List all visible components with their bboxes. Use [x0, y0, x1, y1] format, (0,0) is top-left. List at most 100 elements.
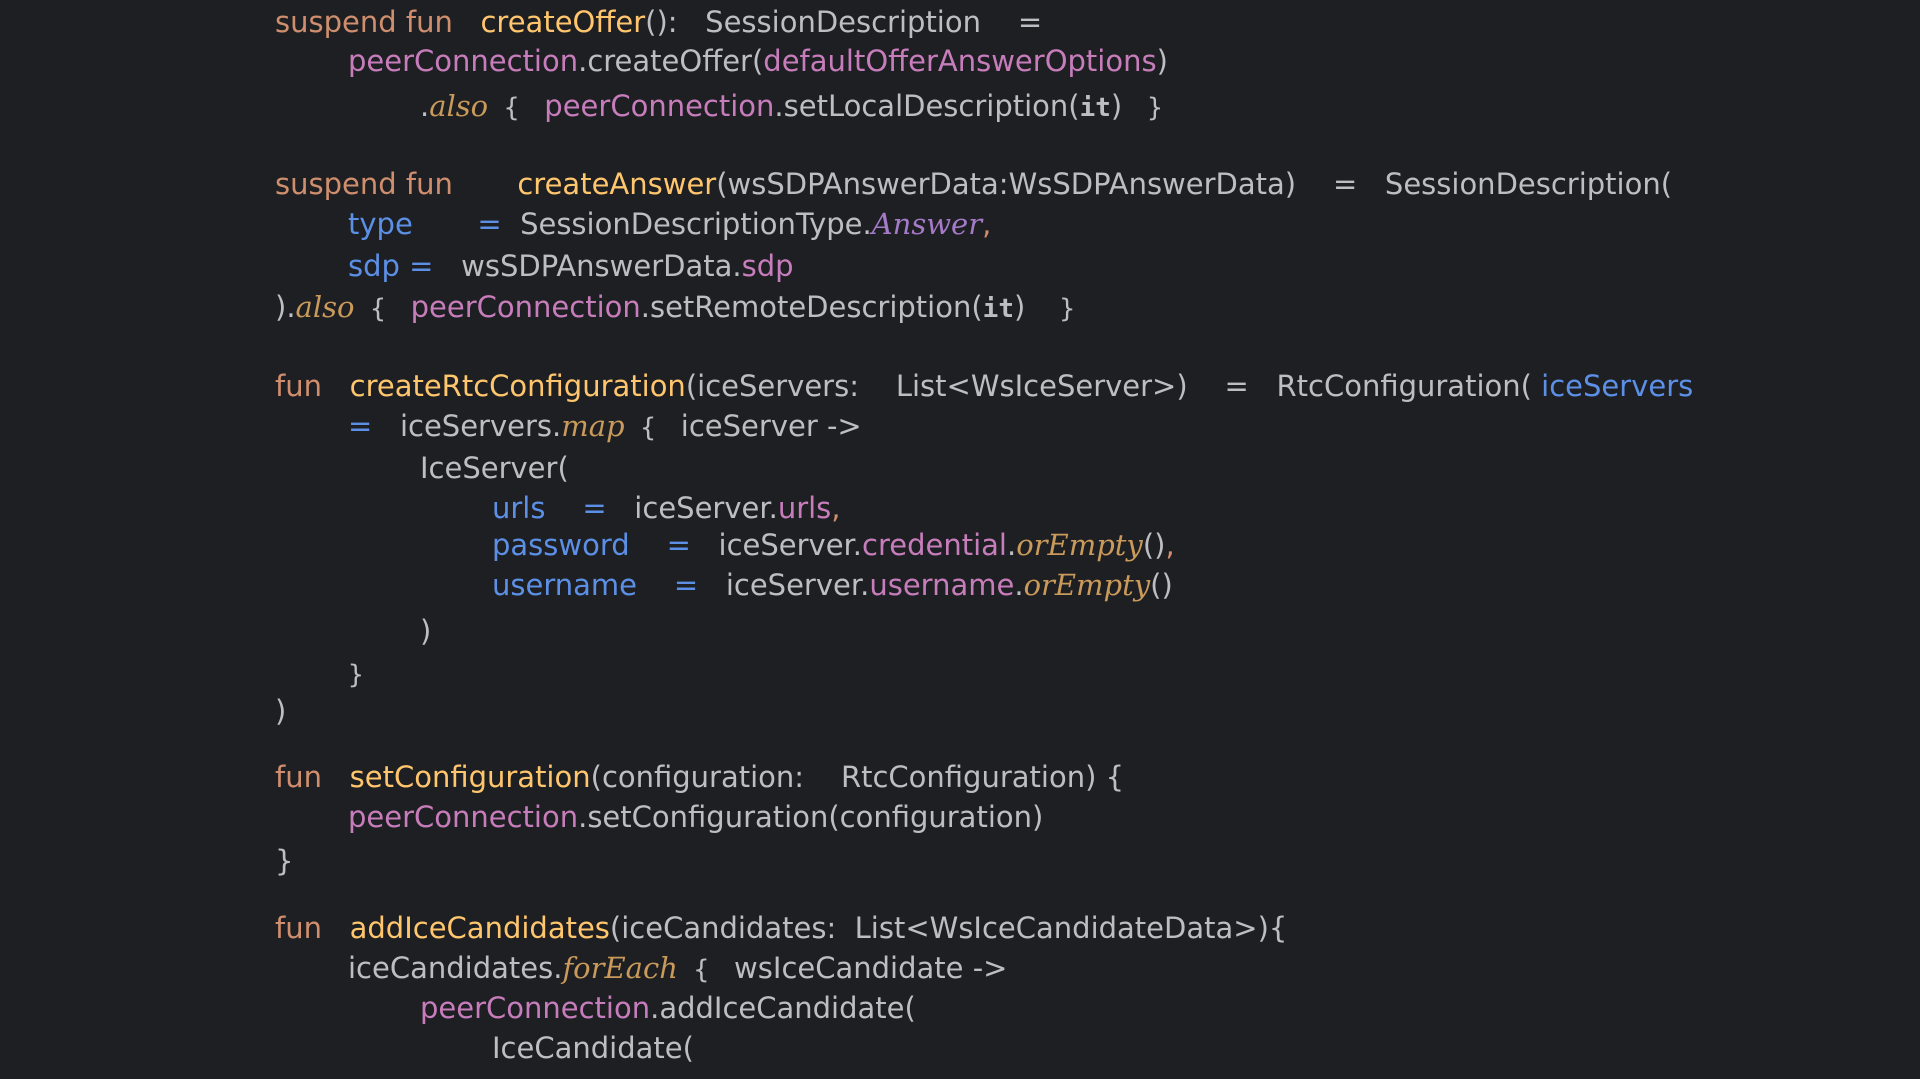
code-token: also [295, 290, 355, 324]
code-token: setConfiguration [349, 760, 591, 794]
code-token: = [399, 249, 434, 283]
code-token: peerConnection [348, 800, 579, 834]
code-token: .setConfiguration(configuration) [578, 800, 1044, 834]
code-token: createRtcConfiguration [349, 369, 686, 403]
code-token: fun [275, 369, 350, 403]
code-token: ) [1156, 44, 1168, 78]
code-token: .setRemoteDescription( [640, 290, 983, 324]
code-token: defaultOfferAnswerOptions [763, 44, 1157, 78]
code-token: orEmpty [1023, 568, 1151, 602]
code-token: { [624, 413, 672, 443]
code-token: (wsSDPAnswerData:WsSDPAnswerData) = Sess… [716, 167, 1673, 201]
code-token: createOffer [480, 5, 646, 39]
code-token: (iceCandidates: List<WsIceCandidateData>… [609, 911, 1288, 945]
code-token: } [1043, 294, 1076, 324]
code-line: type = SessionDescriptionType.Answer, [348, 210, 991, 239]
code-token: peerConnection [401, 290, 641, 324]
code-token: forEach [562, 951, 678, 985]
code-token: , [831, 491, 841, 525]
code-token: urls [492, 491, 546, 525]
code-token: = [348, 409, 373, 443]
code-token: IceServer( [420, 451, 569, 485]
code-token: iceServer -> [671, 409, 862, 443]
code-token: iceServer. [698, 568, 870, 602]
code-token: ) [1013, 290, 1044, 324]
code-token: } [275, 844, 294, 878]
code-token: it [1079, 93, 1111, 123]
code-token: ) [420, 614, 432, 648]
code-token: (configuration: RtcConfiguration) { [590, 760, 1125, 794]
code-token: IceCandidate( [492, 1031, 694, 1065]
code-line: iceCandidates.forEach { wsIceCandidate -… [348, 951, 1008, 985]
code-token: addIceCandidates [349, 911, 610, 945]
code-line: fun createRtcConfiguration(iceServers: L… [275, 372, 1693, 401]
code-token: Answer [871, 207, 983, 241]
code-token: fun [275, 760, 350, 794]
code-token: .addIceCandidate( [650, 991, 916, 1025]
code-token: username [869, 568, 1015, 602]
code-line: suspend fun createOffer(): SessionDescri… [275, 8, 1042, 37]
code-token: ). [275, 290, 296, 324]
code-token: . [1014, 568, 1024, 602]
code-token: credential [862, 528, 1007, 562]
code-token: wsSDPAnswerData. [433, 249, 742, 283]
code-token: .createOffer( [578, 44, 764, 78]
code-line: suspend fun createAnswer(wsSDPAnswerData… [275, 170, 1672, 199]
code-token: peerConnection [420, 991, 651, 1025]
code-token: orEmpty [1016, 528, 1143, 562]
code-token: it [982, 294, 1014, 324]
code-token: (): SessionDescription = [645, 5, 1043, 39]
code-token: . [420, 89, 430, 123]
code-line: } [275, 847, 293, 876]
code-token: type [348, 207, 413, 241]
code-token: { [488, 93, 536, 123]
code-token: iceServer. [690, 528, 863, 562]
code-token: urls [777, 491, 832, 525]
code-line: sdp = wsSDPAnswerData.sdp [348, 252, 794, 281]
code-token: , [1165, 528, 1175, 562]
code-line: ) [275, 697, 286, 726]
code-token: = [673, 568, 699, 602]
code-line: fun setConfiguration(configuration: RtcC… [275, 763, 1124, 792]
code-token: password [492, 528, 630, 562]
code-line: peerConnection.createOffer(defaultOfferA… [348, 47, 1168, 76]
code-line: password = iceServer.credential.orEmpty(… [492, 531, 1175, 560]
code-line: peerConnection.setConfiguration(configur… [348, 803, 1043, 832]
code-token: suspend fun [275, 167, 518, 201]
code-token: wsIceCandidate -> [724, 951, 1008, 985]
code-token: iceServers [1541, 369, 1694, 403]
code-token: } [1131, 93, 1163, 123]
code-token: also [429, 89, 489, 123]
code-token: ) [1110, 89, 1132, 123]
code-token: (iceServers: List<WsIceServer>) = RtcCon… [685, 369, 1542, 403]
code-token: iceCandidates. [348, 951, 563, 985]
code-line: ).also { peerConnection.setRemoteDescrip… [275, 290, 1076, 324]
code-token: peerConnection [348, 44, 579, 78]
code-token: .setLocalDescription( [774, 89, 1080, 123]
code-token: () [1150, 568, 1173, 602]
code-line: } [348, 659, 364, 688]
code-token: fun [275, 911, 350, 945]
code-token: username [492, 568, 637, 602]
code-token: = [582, 491, 607, 525]
code-token: createAnswer [517, 167, 717, 201]
code-token: () [1142, 528, 1166, 562]
code-token: { [677, 955, 725, 985]
code-token: = [477, 207, 502, 241]
code-token: , [982, 207, 992, 241]
code-line: urls = iceServer.urls, [492, 494, 841, 523]
code-line: username = iceServer.username.orEmpty() [492, 571, 1173, 600]
code-line: = iceServers.map { iceServer -> [348, 409, 862, 443]
code-token: suspend fun [275, 5, 481, 39]
code-line: IceServer( [420, 454, 569, 483]
code-token: sdp [741, 249, 794, 283]
code-line: peerConnection.addIceCandidate( [420, 994, 916, 1023]
code-line: .also { peerConnection.setLocalDescripti… [420, 89, 1163, 123]
code-token: } [348, 660, 364, 690]
code-editor[interactable]: suspend fun createOffer(): SessionDescri… [0, 0, 1920, 1079]
code-token: ) [275, 694, 287, 728]
